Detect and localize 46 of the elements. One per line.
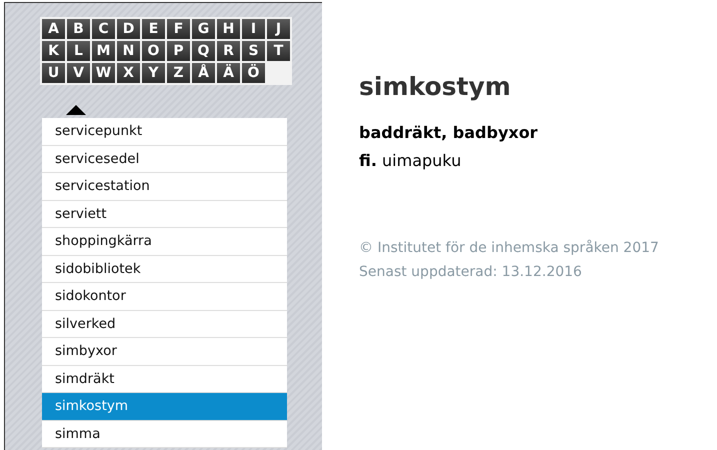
letter-key[interactable]: T	[267, 41, 290, 61]
word-item[interactable]: sidokontor	[42, 283, 287, 310]
word-item[interactable]: servicestation	[42, 173, 287, 200]
word-item[interactable]: serviett	[42, 200, 287, 228]
letter-key[interactable]: Q	[192, 41, 215, 61]
entry-headword: simkostym	[359, 72, 512, 101]
letter-key[interactable]: Å	[192, 63, 215, 83]
letter-key[interactable]: R	[217, 41, 240, 61]
letter-key[interactable]: O	[142, 41, 165, 61]
updated-text: Senast uppdaterad: 13.12.2016	[359, 264, 583, 280]
letter-key[interactable]: Ö	[242, 63, 265, 83]
letter-key[interactable]: F	[167, 19, 190, 39]
entry-translation: fi. uimapuku	[359, 151, 462, 170]
copyright-text: © Institutet för de inhemska språken 2017	[359, 240, 659, 256]
letter-key[interactable]: E	[142, 19, 165, 39]
letter-key[interactable]: C	[92, 19, 115, 39]
letter-key[interactable]: G	[192, 19, 215, 39]
letter-key[interactable]: M	[92, 41, 115, 61]
letter-key[interactable]: S	[242, 41, 265, 61]
entry-synonyms: baddräkt, badbyxor	[359, 123, 539, 142]
letter-key[interactable]: J	[267, 19, 290, 39]
letter-key[interactable]: V	[67, 63, 90, 83]
word-item[interactable]: simma	[42, 420, 287, 448]
word-item[interactable]: servicesedel	[42, 146, 287, 173]
letter-key[interactable]: I	[242, 19, 265, 39]
scroll-up-icon[interactable]	[66, 105, 86, 115]
letter-key[interactable]: Y	[142, 63, 165, 83]
letter-key[interactable]: X	[117, 63, 140, 83]
letter-key[interactable]: N	[117, 41, 140, 61]
letter-key[interactable]: W	[92, 63, 115, 83]
letter-key[interactable]: L	[67, 41, 90, 61]
word-item[interactable]: servicepunkt	[42, 118, 287, 146]
letter-key[interactable]: U	[42, 63, 65, 83]
letter-key[interactable]: Z	[167, 63, 190, 83]
letter-key[interactable]: K	[42, 41, 65, 61]
word-item[interactable]: shoppingkärra	[42, 228, 287, 256]
word-item[interactable]: simbyxor	[42, 338, 287, 366]
letter-key[interactable]: Ä	[217, 63, 240, 83]
letter-key[interactable]: A	[42, 19, 65, 39]
letter-key[interactable]: D	[117, 19, 140, 39]
word-item[interactable]: silverked	[42, 310, 287, 338]
letter-key[interactable]: B	[67, 19, 90, 39]
letter-key[interactable]: H	[217, 19, 240, 39]
word-item[interactable]: simkostym	[42, 393, 287, 420]
word-item[interactable]: sidobibliotek	[42, 256, 287, 283]
letter-key[interactable]: P	[167, 41, 190, 61]
